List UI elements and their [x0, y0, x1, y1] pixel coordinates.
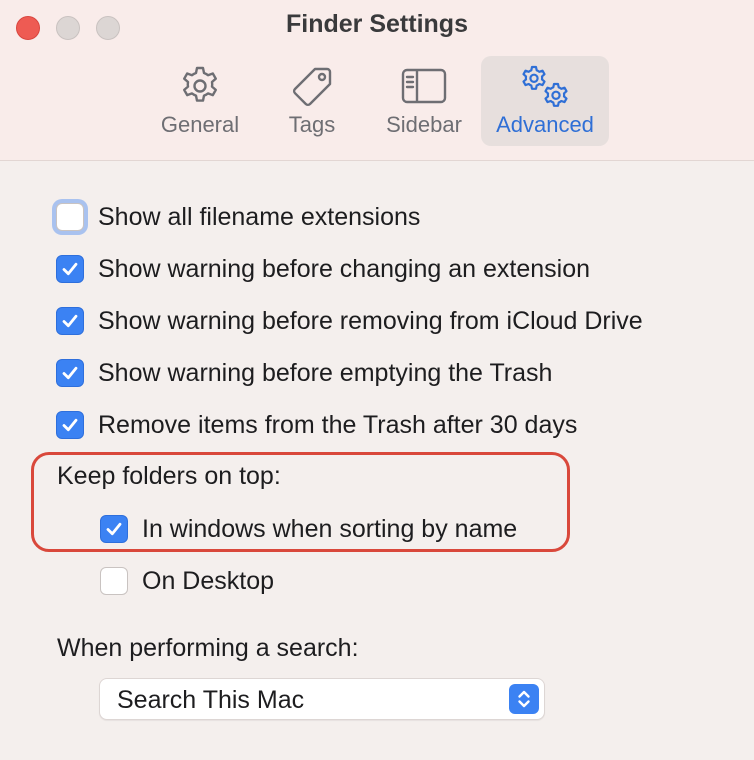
folders-in-windows-checkbox[interactable] [100, 515, 128, 543]
tab-tags-label: Tags [288, 112, 336, 137]
checkmark-icon [62, 262, 78, 276]
checkmark-icon [62, 314, 78, 328]
option-warn-extension-change[interactable]: Show warning before changing an extensio… [56, 251, 590, 287]
tab-tags[interactable]: Tags [268, 56, 356, 146]
warn-extension-change-label: Show warning before changing an extensio… [98, 254, 591, 283]
tab-advanced[interactable]: Advanced [481, 56, 609, 146]
sidebar-icon [399, 64, 449, 113]
search-scope-popup[interactable]: Search This Mac [99, 678, 545, 720]
show-extensions-checkbox[interactable] [56, 203, 84, 231]
warn-extension-change-checkbox[interactable] [56, 255, 84, 283]
warn-empty-trash-checkbox[interactable] [56, 359, 84, 387]
gear-icon [178, 64, 222, 113]
tag-icon [289, 64, 335, 115]
warn-empty-trash-label: Show warning before emptying the Trash [98, 358, 553, 387]
tab-general-label: General [160, 112, 240, 137]
option-remove-trash-30-days[interactable]: Remove items from the Trash after 30 day… [56, 407, 577, 443]
tab-general[interactable]: General [148, 56, 252, 146]
option-warn-icloud-remove[interactable]: Show warning before removing from iCloud… [56, 303, 643, 339]
warn-icloud-remove-checkbox[interactable] [56, 307, 84, 335]
checkmark-icon [106, 522, 122, 536]
option-folders-in-windows[interactable]: In windows when sorting by name [100, 511, 517, 547]
tab-sidebar-label: Sidebar [386, 112, 462, 137]
folders-in-windows-label: In windows when sorting by name [142, 514, 518, 543]
option-show-extensions[interactable]: Show all filename extensions [56, 199, 420, 235]
checkmark-icon [62, 418, 78, 432]
folders-on-desktop-checkbox[interactable] [100, 567, 128, 595]
window-title: Finder Settings [286, 10, 468, 38]
remove-trash-30-days-label: Remove items from the Trash after 30 day… [98, 410, 578, 439]
show-extensions-label: Show all filename extensions [98, 202, 421, 231]
toolbar: Finder Settings General Tags Sidebar Adv… [0, 0, 754, 161]
warn-icloud-remove-label: Show warning before removing from iCloud… [98, 306, 643, 335]
gears-icon [517, 64, 573, 115]
option-folders-on-desktop[interactable]: On Desktop [100, 563, 274, 599]
search-scope-value: Search This Mac [117, 686, 305, 714]
finder-settings-window: Finder Settings General Tags Sidebar Adv… [0, 0, 754, 760]
folders-on-desktop-label: On Desktop [142, 566, 275, 595]
keep-folders-heading: Keep folders on top: [57, 462, 281, 490]
tab-advanced-label: Advanced [496, 112, 594, 137]
option-warn-empty-trash[interactable]: Show warning before emptying the Trash [56, 355, 552, 391]
checkmark-icon [62, 366, 78, 380]
search-heading: When performing a search: [57, 634, 359, 662]
chevron-updown-icon[interactable] [509, 684, 539, 714]
remove-trash-30-days-checkbox[interactable] [56, 411, 84, 439]
tab-sidebar[interactable]: Sidebar [372, 56, 476, 146]
